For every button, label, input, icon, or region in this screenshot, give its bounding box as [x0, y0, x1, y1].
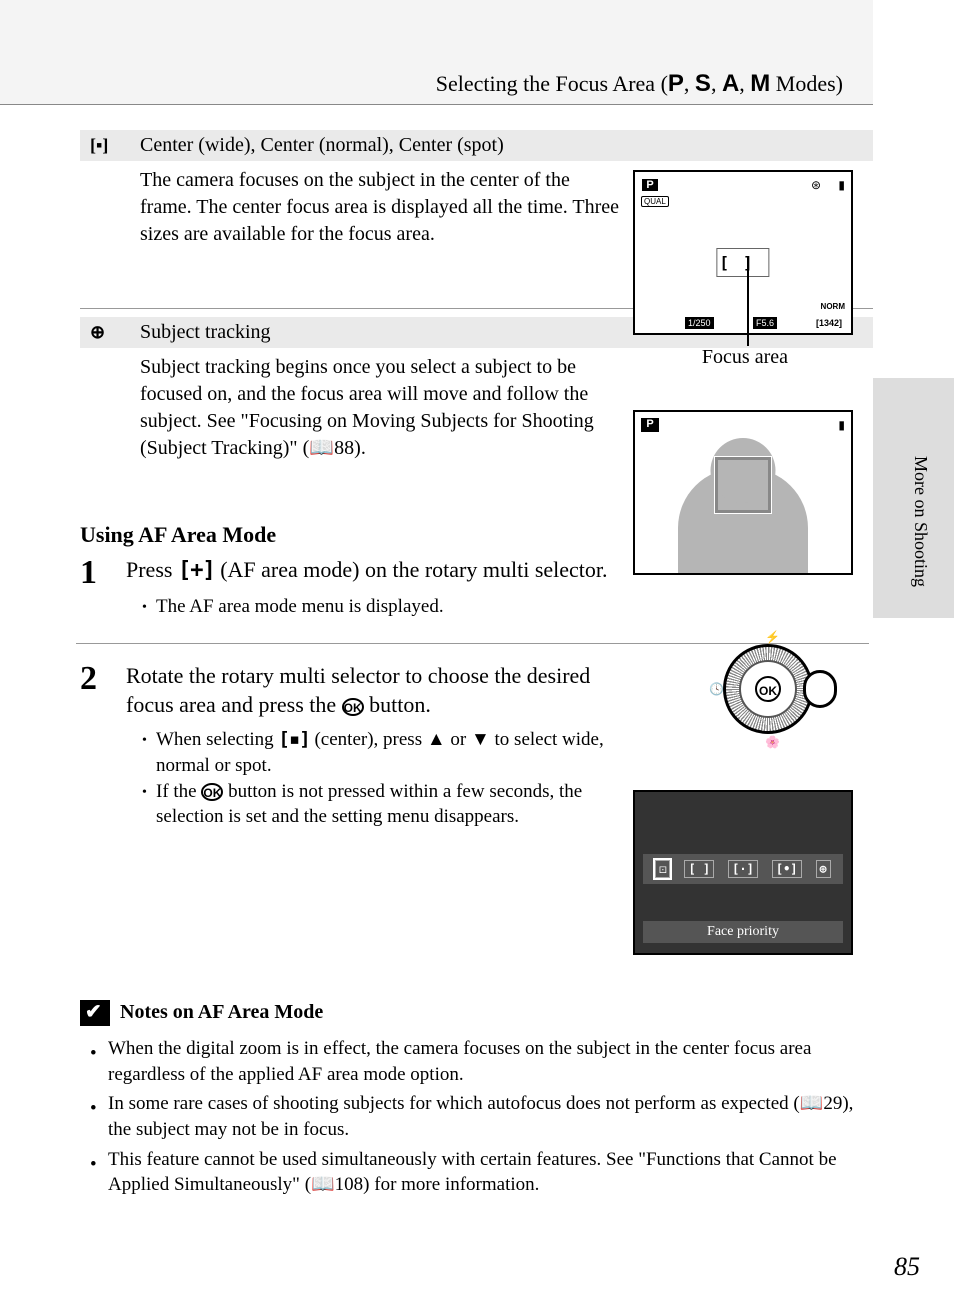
- notes-title: Notes on AF Area Mode: [120, 1001, 323, 1024]
- battery-icon: ▮: [838, 418, 845, 433]
- text: When selecting: [156, 729, 278, 750]
- mode-label: Face priority: [643, 921, 843, 943]
- lcd-screen-menu: ⚀ [ ] [·] [•] ⊕ Face priority: [633, 790, 853, 955]
- rotary-selector-diagram: OK ⚡ 🌸 🕓: [705, 636, 825, 744]
- qual-indicator: QUAL: [641, 196, 669, 207]
- text: Press: [126, 557, 178, 582]
- ok-button-icon: OK: [201, 783, 223, 801]
- notes-section: Notes on AF Area Mode When the digital z…: [80, 1000, 873, 1198]
- title-suffix: Modes): [770, 71, 843, 96]
- mode-s: S: [695, 70, 711, 97]
- bullet: If the OK button is not pressed within a…: [142, 779, 623, 830]
- mode-p: P: [668, 70, 684, 97]
- note-item: This feature cannot be used simultaneous…: [90, 1147, 873, 1198]
- macro-icon: 🌸: [765, 735, 780, 750]
- chapter-label: More on Shooting: [910, 456, 931, 587]
- mode-option-auto: [ ]: [684, 860, 714, 878]
- rotary-highlight: [803, 670, 837, 708]
- focus-bracket: []: [716, 248, 769, 277]
- bullet: The AF area mode menu is displayed.: [142, 594, 623, 620]
- text: (AF area mode) on the rotary multi selec…: [215, 557, 608, 582]
- handheld-icon: ⊛: [811, 178, 821, 193]
- notes-header: Notes on AF Area Mode: [80, 1000, 873, 1026]
- check-icon: [80, 1000, 110, 1026]
- text: button.: [364, 692, 431, 717]
- center-description: The camera focuses on the subject in the…: [140, 167, 623, 248]
- mode-row-center: [▪] Center (wide), Center (normal), Cent…: [80, 130, 873, 161]
- step-body: Press [+] (AF area mode) on the rotary m…: [126, 556, 623, 619]
- page-content: [▪] Center (wide), Center (normal), Cent…: [80, 130, 873, 1202]
- aperture-value: F5.6: [753, 317, 777, 329]
- center-icon: [▪]: [278, 728, 309, 750]
- callout-line: [747, 256, 749, 346]
- frames-value: [1342]: [813, 317, 845, 329]
- page-title: Selecting the Focus Area (P, S, A, M Mod…: [436, 70, 843, 98]
- bullet: When selecting [▪] (center), press ▲ or …: [142, 727, 623, 778]
- step-notes: The AF area mode menu is displayed.: [142, 594, 623, 620]
- mode-option-tracking: ⊕: [816, 860, 831, 878]
- shutter-value: 1/250: [685, 317, 714, 329]
- mode-option-manual: [·]: [728, 860, 758, 878]
- title-prefix: Selecting the Focus Area (: [436, 71, 668, 96]
- mode-indicator: P: [641, 178, 659, 192]
- mode-a: A: [722, 70, 739, 97]
- note-item: In some rare cases of shooting subjects …: [90, 1091, 873, 1142]
- note-item: When the digital zoom is in effect, the …: [90, 1036, 873, 1087]
- notes-list: When the digital zoom is in effect, the …: [90, 1036, 873, 1198]
- ok-button-icon: OK: [342, 698, 364, 716]
- step-number: 2: [80, 662, 126, 830]
- mode-m: M: [750, 70, 770, 97]
- battery-icon: ▮: [838, 178, 845, 193]
- step-notes: When selecting [▪] (center), press ▲ or …: [142, 727, 623, 830]
- step-body: Rotate the rotary multi selector to choo…: [126, 662, 623, 830]
- ok-button-icon: OK: [755, 676, 781, 702]
- tracking-description: Subject tracking begins once you select …: [140, 354, 623, 462]
- mode-indicator: P: [641, 418, 659, 432]
- focus-caption: Focus area: [702, 346, 788, 369]
- step-instruction: Press [+] (AF area mode) on the rotary m…: [126, 556, 623, 586]
- tracking-frame: [715, 457, 771, 513]
- mode-option-face: ⚀: [655, 860, 670, 878]
- center-label: Center (wide), Center (normal), Center (…: [140, 134, 863, 157]
- tracking-icon: ⊕: [90, 322, 140, 343]
- timer-icon: 🕓: [709, 682, 724, 697]
- text: If the: [156, 781, 201, 802]
- norm-indicator: NORM: [821, 302, 845, 311]
- center-icon: [▪]: [90, 135, 140, 156]
- af-area-icon: [+]: [178, 558, 215, 583]
- page-number: 85: [894, 1252, 920, 1282]
- step-number: 1: [80, 556, 126, 619]
- lcd-screen-center: P QUAL ⊛ ▮ [] NORM 1/250 F5.6 [1342]: [633, 170, 853, 335]
- page-header: Selecting the Focus Area (P, S, A, M Mod…: [0, 0, 873, 105]
- flash-icon: ⚡: [765, 630, 780, 645]
- lcd-screen-tracking: P ▮: [633, 410, 853, 575]
- step-instruction: Rotate the rotary multi selector to choo…: [126, 662, 623, 719]
- af-mode-bar: ⚀ [ ] [·] [•] ⊕: [643, 854, 843, 884]
- mode-option-center: [•]: [772, 860, 802, 878]
